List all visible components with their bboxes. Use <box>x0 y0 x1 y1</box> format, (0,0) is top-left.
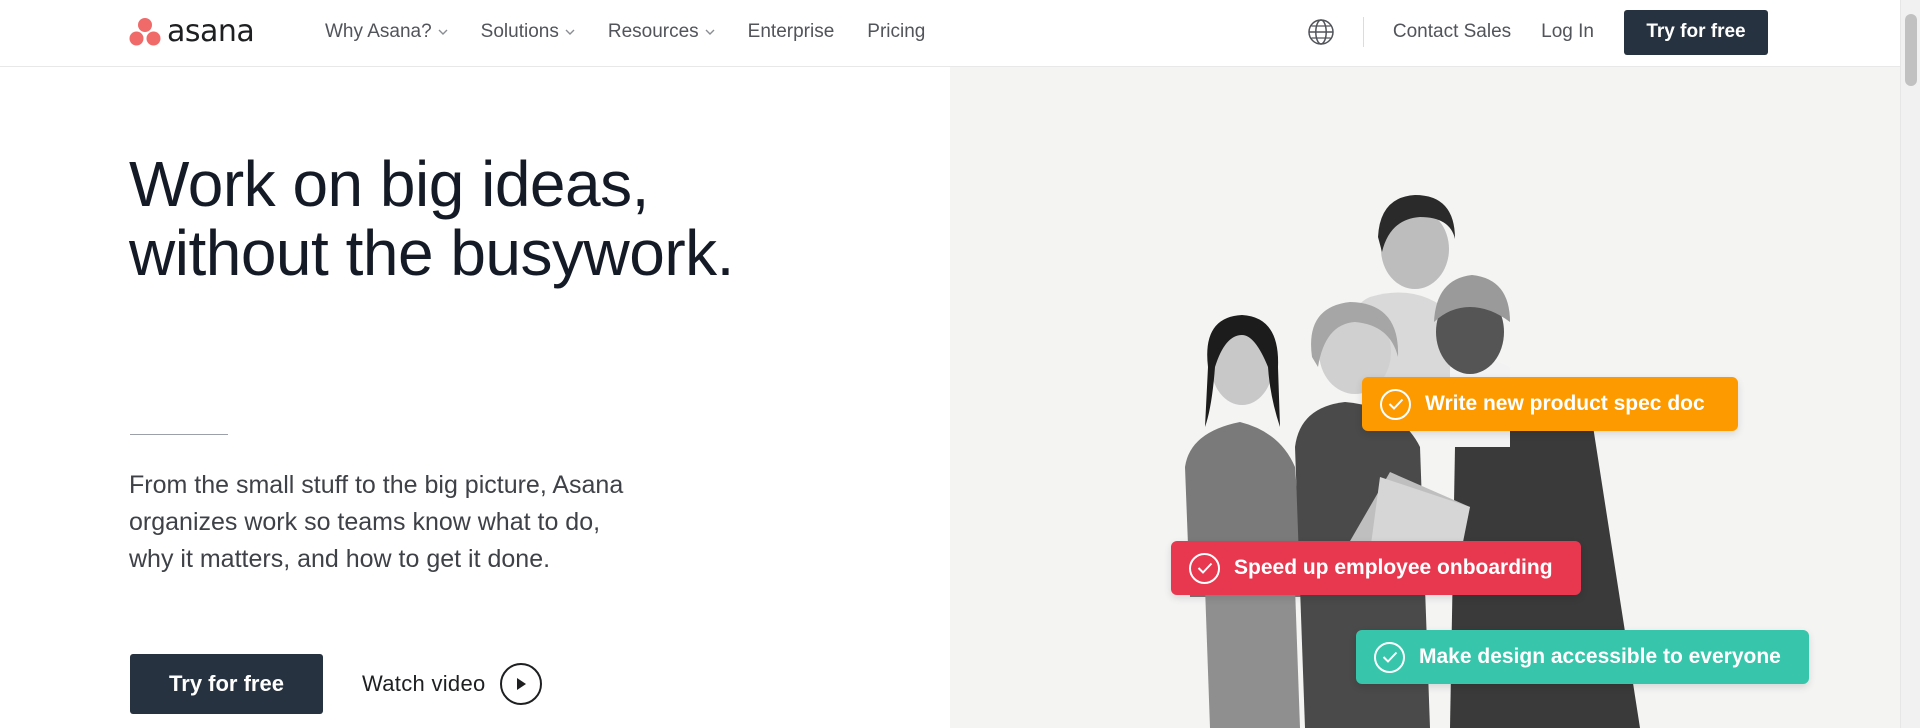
headline-line-2: without the busywork. <box>129 217 734 289</box>
task-label: Make design accessible to everyone <box>1419 645 1781 668</box>
description-line-1: From the small stuff to the big picture,… <box>129 471 624 499</box>
site-header: asana Why Asana? Solutions Resources Ent… <box>0 0 1900 67</box>
nav-enterprise[interactable]: Enterprise <box>748 21 835 43</box>
nav-label: Resources <box>607 21 699 42</box>
check-circle-icon <box>1189 552 1220 584</box>
task-chip: Make design accessible to everyone <box>1356 630 1809 684</box>
nav-solutions[interactable]: Solutions <box>481 21 575 43</box>
page-scrollbar[interactable] <box>1900 0 1920 728</box>
asana-logo[interactable]: asana <box>129 14 255 50</box>
nav-label: Pricing <box>867 21 926 42</box>
header-divider <box>1362 17 1364 47</box>
play-icon <box>499 663 542 705</box>
contact-sales-link[interactable]: Contact Sales <box>1393 21 1511 43</box>
task-label: Speed up employee onboarding <box>1234 556 1553 579</box>
description-line-3: why it matters, and how to get it done. <box>129 545 551 573</box>
asana-logo-icon <box>129 18 161 46</box>
watch-video-button[interactable]: Watch video <box>362 662 542 706</box>
log-in-link[interactable]: Log In <box>1541 21 1594 43</box>
check-circle-icon <box>1380 388 1411 420</box>
hero-headline: Work on big ideas, without the busywork. <box>129 150 734 288</box>
chevron-down-icon <box>705 29 715 35</box>
headline-line-1: Work on big ideas, <box>129 148 649 220</box>
nav-label: Solutions <box>480 21 559 42</box>
nav-label: Enterprise <box>747 21 835 42</box>
nav-label: Why Asana? <box>325 21 432 42</box>
task-chip: Write new product spec doc <box>1362 377 1738 431</box>
scrollbar-thumb[interactable] <box>1905 14 1917 86</box>
hero-try-free-button[interactable]: Try for free <box>130 654 323 714</box>
main-nav: Why Asana? Solutions Resources Enterpris… <box>325 0 958 64</box>
logo-wordmark: asana <box>167 14 255 49</box>
hero-divider <box>130 434 228 435</box>
nav-why-asana[interactable]: Why Asana? <box>325 21 448 43</box>
header-try-free-button[interactable]: Try for free <box>1624 9 1768 55</box>
language-selector[interactable] <box>1306 17 1336 47</box>
header-actions: Contact Sales Log In Try for free <box>1306 0 1768 64</box>
task-label: Write new product spec doc <box>1425 392 1705 415</box>
task-chip: Speed up employee onboarding <box>1171 541 1581 595</box>
hero-image-panel: Write new product spec doc Speed up empl… <box>950 67 1900 728</box>
hero-description: From the small stuff to the big picture,… <box>129 467 689 578</box>
description-line-2: organizes work so teams know what to do, <box>129 508 601 536</box>
chevron-down-icon <box>438 29 448 35</box>
check-circle-icon <box>1374 641 1405 673</box>
globe-icon <box>1308 19 1334 45</box>
nav-resources[interactable]: Resources <box>608 21 715 43</box>
chevron-down-icon <box>565 29 575 35</box>
nav-pricing[interactable]: Pricing <box>867 21 925 43</box>
watch-video-label: Watch video <box>362 671 486 696</box>
